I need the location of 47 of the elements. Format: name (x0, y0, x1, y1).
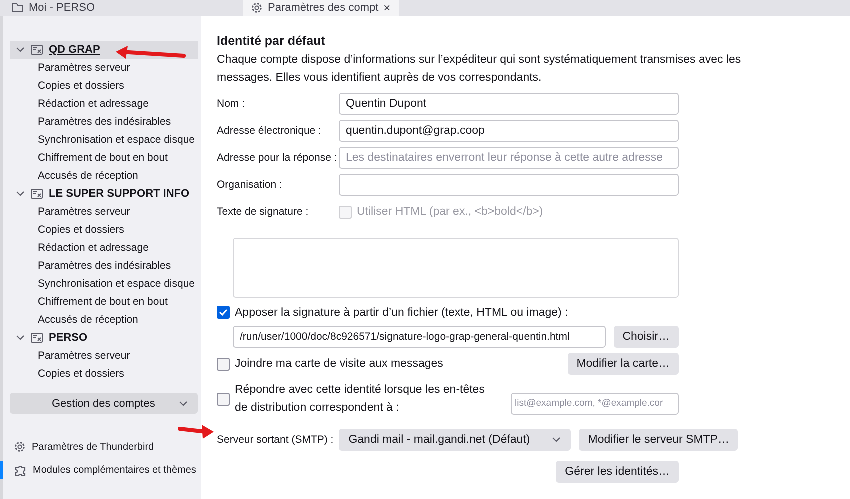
choose-button[interactable]: Choisir… (614, 326, 679, 348)
account-actions-button[interactable]: Gestion des comptes (10, 393, 198, 414)
field-label: Adresse électronique : (217, 125, 322, 137)
account-row[interactable]: LE SUPER SUPPORT INFO (10, 185, 198, 203)
sidebar-item[interactable]: Rédaction et adressage (10, 239, 198, 257)
input-field[interactable]: Quentin Dupont (339, 93, 679, 115)
edit-card-button[interactable]: Modifier la carte… (568, 353, 679, 375)
sidebar-item[interactable]: Paramètres des indésirables (10, 257, 198, 275)
sidebar-item[interactable]: Paramètres serveur (10, 347, 198, 365)
field-label: Nom : (217, 98, 246, 110)
section-heading: Identité par défaut (217, 34, 326, 48)
tab[interactable]: Paramètres des compt × (243, 0, 399, 16)
tab[interactable]: Moi - PERSO (4, 0, 104, 16)
sidebar-item[interactable]: Copies et dossiers (10, 221, 198, 239)
sidebar-item[interactable]: Copies et dossiers (10, 365, 198, 383)
input-field[interactable]: quentin.dupont@grap.coop (339, 120, 679, 142)
checkbox-label: Joindre ma carte de visite aux messages (235, 358, 444, 370)
field-label: Serveur sortant (SMTP) : (217, 434, 334, 446)
field-label: Texte de signature : (217, 206, 310, 218)
checkbox-label: Répondre avec cette identité lorsque les en-têtes de distribution correspondent à : (235, 383, 486, 416)
sidebar-item[interactable]: Accusés de réception (10, 167, 198, 185)
checkbox-label: Utiliser HTML (par ex., <b>bold</b>) (357, 206, 544, 218)
checkbox-label: Apposer la signature à partir d’un fichier (texte, HTML ou image) : (235, 306, 568, 318)
account-row[interactable]: PERSO (10, 329, 198, 347)
field-label: Adresse pour la réponse : (217, 152, 338, 164)
sidebar-link[interactable]: Modules complémentaires et thèmes (10, 463, 198, 477)
close-icon[interactable]: × (384, 1, 391, 15)
section-description: Chaque compte dispose d’informations sur l’expéditeur qui sont systématiquement transmises avec les messages. Elles vous identifient auprès de vos correspondants. (217, 53, 742, 86)
sidebar-item[interactable]: Rédaction et adressage (10, 95, 198, 113)
sidebar-item[interactable]: Paramètres serveur (10, 59, 198, 77)
sidebar-item[interactable]: Copies et dossiers (10, 77, 198, 95)
input-field[interactable]: list@example.com, *@example.cor (511, 392, 679, 414)
manage-identities-button[interactable]: Gérer les identités… (556, 461, 679, 483)
account-row[interactable]: QD GRAP (10, 41, 198, 59)
edit-smtp-button[interactable]: Modifier le serveur SMTP… (579, 429, 738, 451)
input-field[interactable]: Les destinataires enverront leur réponse à cette autre adresse (339, 147, 679, 169)
sidebar-item[interactable]: Chiffrement de bout en bout (10, 149, 198, 167)
sidebar-item[interactable]: Paramètres serveur (10, 203, 198, 221)
sidebar-item[interactable]: Accusés de réception (10, 311, 198, 329)
sidebar-item[interactable]: Synchronisation et espace disque (10, 131, 198, 149)
file-path-field[interactable]: /run/user/1000/doc/8c926571/signature-logo-grap-general-quentin.html (233, 326, 606, 348)
sidebar-item[interactable]: Paramètres des indésirables (10, 113, 198, 131)
sidebar-item[interactable]: Chiffrement de bout en bout (10, 293, 198, 311)
smtp-dropdown[interactable]: Gandi mail - mail.gandi.net (Défaut) (338, 429, 572, 451)
field-label: Organisation : (217, 179, 284, 191)
sidebar-link[interactable]: Paramètres de Thunderbird (10, 440, 198, 454)
sidebar-item[interactable]: Synchronisation et espace disque (10, 275, 198, 293)
